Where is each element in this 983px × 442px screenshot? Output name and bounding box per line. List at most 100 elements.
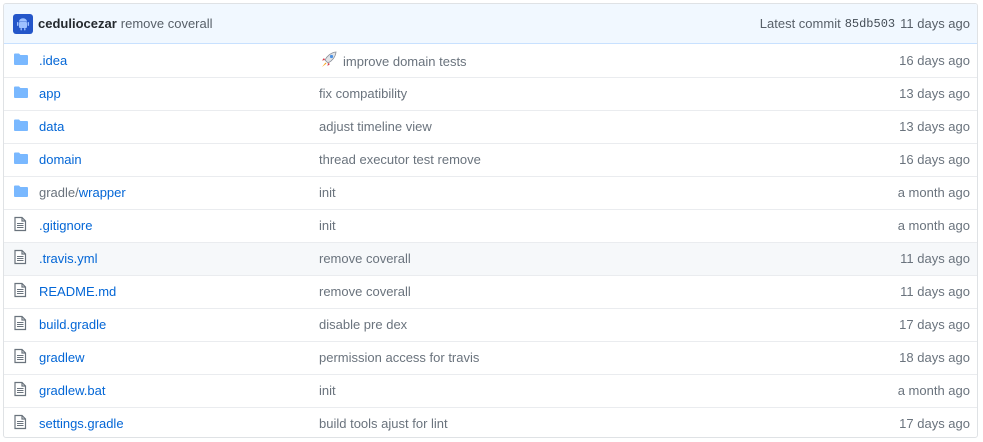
row-icon-cell [4,407,39,437]
file-link[interactable]: gradlew [39,350,85,365]
file-name: gradlew [39,350,85,365]
folder-icon [13,184,29,201]
file-name: gradlew.bat [39,383,106,398]
file-icon [13,414,27,433]
table-row[interactable]: .travis.yml remove coverall 11 days ago [4,242,977,275]
table-row[interactable]: settings.gradle build tools ajust for lin… [4,407,977,437]
row-message-cell: build tools ajust for lint [319,407,810,437]
table-row[interactable]: domain thread executor test remove 16 days… [4,143,977,176]
commit-message-link[interactable]: improve domain tests [343,54,467,69]
row-age: a month ago [897,185,970,200]
directory-link[interactable]: app [39,86,61,101]
row-name-cell: app [39,77,319,110]
row-message-cell: thread executor test remove [319,143,810,176]
row-age: 17 days ago [899,416,970,432]
commit-message-link[interactable]: build tools ajust for lint [319,416,448,431]
folder-icon [13,85,29,102]
row-age: a month ago [897,383,970,398]
file-link[interactable]: gradlew.bat [39,383,106,398]
row-age: a month ago [897,218,970,233]
row-message-cell: init [319,209,810,242]
directory-link[interactable]: gradle/wrapper [39,185,126,200]
row-icon-cell [4,341,39,374]
table-row[interactable]: .gitignore init a month ago [4,209,977,242]
path-prefix: gradle/ [39,185,79,200]
row-name-cell: .gitignore [39,209,319,242]
row-icon-cell [4,110,39,143]
row-message-cell: init [319,374,810,407]
files-table: .idea improve domain tests 16 days ago app f… [4,44,977,437]
row-age: 16 days ago [899,152,970,167]
directory-link[interactable]: data [39,119,64,134]
row-icon-cell [4,176,39,209]
file-icon [13,216,27,235]
file-name: .travis.yml [39,251,98,266]
file-icon [13,381,27,400]
file-link[interactable]: settings.gradle [39,416,124,431]
row-name-cell: data [39,110,319,143]
row-age: 13 days ago [899,86,970,101]
latest-commit-label: Latest commit [759,16,841,31]
row-message-cell: remove coverall [319,275,810,308]
row-icon-cell [4,143,39,176]
row-name-cell: settings.gradle [39,407,319,437]
commit-message-link[interactable]: remove coverall [319,284,411,299]
file-name: .gitignore [39,218,93,233]
row-name-cell: gradlew [39,341,319,374]
row-icon-cell [4,242,39,275]
table-row[interactable]: app fix compatibility 13 days ago [4,77,977,110]
commit-message-link[interactable]: init [319,185,336,200]
file-link[interactable]: .travis.yml [39,251,98,266]
folder-icon [13,52,29,69]
row-age: 11 days ago [900,284,970,299]
row-name-cell: .idea [39,44,319,77]
commit-message-link[interactable]: permission access for travis [319,350,479,365]
android-avatar-icon [17,17,29,30]
table-row[interactable]: data adjust timeline view 13 days ago [4,110,977,143]
table-row[interactable]: build.gradle disable pre dex 17 days ago [4,308,977,341]
row-age: 13 days ago [899,119,970,134]
table-row[interactable]: gradlew permission access for travis 18 da… [4,341,977,374]
table-row[interactable]: .idea improve domain tests 16 days ago [4,44,977,77]
row-name-cell: gradle/wrapper [39,176,319,209]
file-name: data [39,119,65,134]
commit-sha-link[interactable]: 85db503 [845,17,895,31]
file-name: app [39,86,61,101]
commit-message-link[interactable]: fix compatibility [319,86,407,101]
row-age: 11 days ago [900,251,970,266]
file-name: README.md [39,284,117,299]
commit-author-link[interactable]: ceduliocezar [38,16,117,31]
row-name-cell: build.gradle [39,308,319,341]
file-name: build.gradle [39,317,107,332]
file-icon [13,282,27,301]
commit-age: 11 days ago [900,16,970,31]
folder-icon [13,118,29,135]
avatar[interactable] [13,13,33,34]
directory-link[interactable]: .idea [39,53,67,68]
commit-message-link[interactable]: adjust timeline view [319,119,432,134]
commit-message-link[interactable]: remove coverall [319,251,411,266]
commit-message-link[interactable]: init [319,218,336,233]
row-age: 17 days ago [899,317,970,332]
row-icon-cell [4,44,39,77]
commit-message-link[interactable]: init [319,383,336,398]
file-name: wrapper [78,185,126,200]
table-row[interactable]: gradlew.bat init a month ago [4,374,977,407]
file-link[interactable]: build.gradle [39,317,106,332]
row-icon-cell [4,275,39,308]
commit-message-link[interactable]: remove coverall [121,16,213,31]
table-row[interactable]: README.md remove coverall 11 days ago [4,275,977,308]
commit-message-link[interactable]: disable pre dex [319,317,407,332]
row-message-cell: disable pre dex [319,308,810,341]
row-name-cell: domain [39,143,319,176]
table-row[interactable]: gradle/wrapper init a month ago [4,176,977,209]
latest-commit-bar: ceduliocezar remove coverall Latest comm… [4,4,977,44]
file-link[interactable]: .gitignore [39,218,92,233]
folder-icon [13,151,29,168]
file-link[interactable]: README.md [39,284,116,299]
row-name-cell: .travis.yml [39,242,319,275]
commit-message-link[interactable]: thread executor test remove [319,152,481,167]
file-icon [13,348,27,367]
file-name: settings.gradle [39,416,124,432]
directory-link[interactable]: domain [39,152,82,167]
